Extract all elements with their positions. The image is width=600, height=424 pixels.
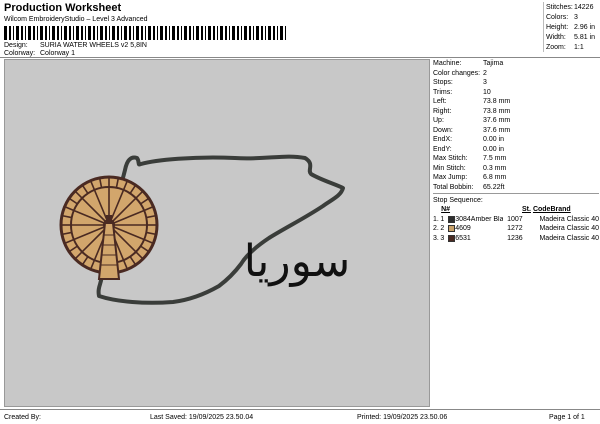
page-number: Page 1 of 1 <box>549 414 585 421</box>
divider <box>0 57 600 58</box>
summary-row: Height: 2.96 in <box>546 23 596 31</box>
colorway-line: Colorway: Colorway 1 <box>4 50 75 57</box>
software-name: Wilcom EmbroideryStudio – Level 3 Advanc… <box>4 16 148 23</box>
last-saved: Last Saved: 19/09/2025 23.50.04 <box>150 414 254 421</box>
created-by: Created By: <box>4 414 41 421</box>
embroidery-design: سوريا <box>59 154 351 305</box>
page-title: Production Worksheet <box>4 2 122 14</box>
stop-table-header: N# St. Code Brand <box>441 206 571 214</box>
stop-row: 1.13084Amber Black1007Madeira Classic 40 <box>433 215 599 223</box>
detail-row: Stops: 3 <box>433 79 487 87</box>
detail-row: Left: 73.8 mm <box>433 98 511 106</box>
detail-row: Machine: Tajima <box>433 60 504 68</box>
summary-row: Zoom: 1:1 <box>546 43 584 51</box>
color-swatch <box>447 215 455 223</box>
printed-time: Printed: 19/09/2025 23.50.06 <box>357 414 448 421</box>
detail-row: Total Bobbin: 65.22ft <box>433 183 505 191</box>
summary-panel: Stitches: 14226 Colors: 3 Height: 2.96 in W… <box>543 2 599 52</box>
summary-row: Width: 5.81 in <box>546 33 596 41</box>
detail-row: Down: 37.6 mm <box>433 126 511 134</box>
design-preview: سوريا <box>4 59 430 407</box>
detail-row: EndY: 0.00 in <box>433 145 505 153</box>
color-swatch <box>447 225 455 233</box>
stop-row: 3. 3 6531 1236 Madeira Classic 40 <box>433 234 599 242</box>
design-label: Design: <box>4 42 28 49</box>
summary-row: Stitches: 14226 <box>546 3 594 11</box>
colorway-name: Colorway 1 <box>40 50 76 57</box>
footer: Created By: Last Saved: 19/09/2025 23.50… <box>0 409 600 424</box>
arabic-lettering: سوريا <box>244 236 351 287</box>
detail-row: Max Jump: 6.8 mm <box>433 174 507 182</box>
detail-row: Trims: 10 <box>433 88 491 96</box>
detail-row: Up: 37.6 mm <box>433 117 511 125</box>
design-line: Design: SURIA WATER WHEELS v2 5,8IN <box>4 42 147 49</box>
design-name: SURIA WATER WHEELS v2 5,8IN <box>40 42 147 49</box>
detail-row: Color changes: 2 <box>433 69 487 77</box>
detail-row: EndX: 0.00 in <box>433 136 505 144</box>
color-swatch <box>447 234 455 242</box>
divider <box>433 193 599 194</box>
stop-sequence-title: Stop Sequence: <box>433 196 483 204</box>
details-panel: Machine: Tajima Color changes: 2 Stops: 3 Trim… <box>433 59 599 243</box>
stop-row: 2. 2 4609 1272 Madeira Classic 40 <box>433 225 599 233</box>
colorway-label: Colorway: <box>4 50 36 57</box>
barcode <box>4 26 286 40</box>
detail-row: Min Stitch: 0.3 mm <box>433 164 507 172</box>
detail-row: Max Stitch: 7.5 mm <box>433 155 507 163</box>
detail-row: Right: 73.8 mm <box>433 107 511 115</box>
water-wheel <box>59 175 159 280</box>
summary-row: Colors: 3 <box>546 13 578 21</box>
